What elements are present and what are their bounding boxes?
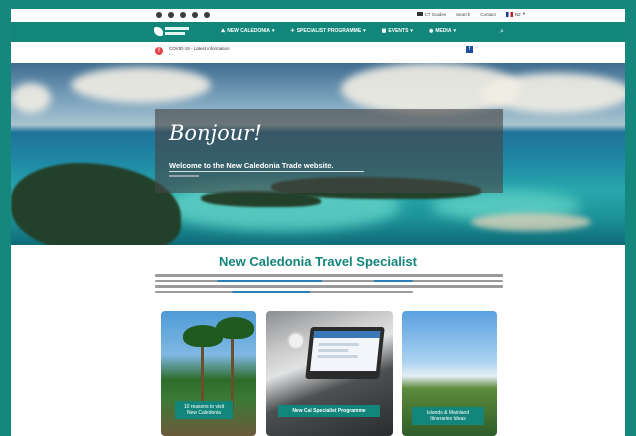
facebook-share-icon[interactable]: f — [466, 46, 473, 53]
logo-wordmark-sub — [165, 32, 185, 35]
hero-cloud — [71, 67, 211, 103]
utility-link-contact[interactable]: Contact — [480, 12, 496, 17]
hero-island — [201, 191, 321, 207]
hero-underline — [169, 171, 364, 172]
youtube-icon[interactable] — [204, 12, 210, 18]
facebook-icon[interactable] — [192, 12, 198, 18]
card-caption: 10 reasons to visit New Caledonia — [175, 401, 233, 419]
intro-paragraph — [155, 274, 503, 296]
page-title: New Caledonia Travel Specialist — [219, 254, 417, 269]
chevron-down-icon: ▾ — [453, 28, 456, 34]
language-selector[interactable]: NZ ▾ — [505, 11, 525, 17]
calendar-icon: ▦ — [381, 28, 387, 34]
chevron-down-icon: ▾ — [363, 28, 366, 34]
nav-item-media[interactable]: ◉ MEDIA ▾ — [429, 28, 456, 34]
instagram-icon[interactable] — [168, 12, 174, 18]
utility-link-guides[interactable]: CT Guides — [416, 12, 446, 17]
card-itineraries[interactable]: Islands & Mainland Itineraries Ideas — [402, 311, 497, 436]
hero-cloud — [481, 73, 625, 113]
laptop-screen-row — [317, 355, 358, 358]
book-icon — [416, 12, 423, 17]
card-caption: New Cal Specialist Programme — [278, 405, 380, 417]
hero-banner: Bonjour! Welcome to the New Caledonia Tr… — [11, 63, 625, 245]
nav-item-specialist-programme[interactable]: ✈ SPECIALIST PROGRAMME ▾ — [291, 28, 366, 34]
palm-trunk — [231, 331, 234, 411]
laptop-screen-header — [313, 331, 381, 338]
card-caption: Islands & Mainland Itineraries Ideas — [412, 407, 484, 425]
main-navigation: ⛰ NEW CALEDONIA ▾ ✈ SPECIALIST PROGRAMME… — [11, 22, 625, 42]
chevron-down-icon: ▾ — [522, 11, 525, 16]
share-label: ··· — [475, 46, 479, 50]
flag-icon — [505, 11, 513, 17]
chevron-down-icon: ▾ — [410, 28, 413, 34]
logo-mark — [154, 27, 163, 36]
utility-links: CT Guides Search Contact NZ ▾ — [416, 11, 525, 17]
social-links — [156, 12, 210, 18]
nav-item-new-caledonia[interactable]: ⛰ NEW CALEDONIA ▾ — [221, 28, 275, 34]
paragraph-line — [155, 285, 503, 288]
paragraph-line — [155, 279, 503, 282]
notice-title[interactable]: COVID-19 - Latest information — [169, 46, 230, 51]
notice-detail: — — [169, 52, 173, 56]
chevron-down-icon: ▾ — [271, 28, 275, 34]
laptop-screen-row — [318, 343, 360, 346]
paragraph-line — [155, 290, 413, 293]
palm-trunk — [201, 339, 204, 409]
notice-bar: ! COVID-19 - Latest information — f ··· — [11, 42, 625, 64]
plane-icon: ✈ — [290, 28, 295, 34]
laptop-screen-row — [318, 349, 349, 352]
hero-cloud — [11, 83, 51, 113]
card-10-reasons[interactable]: 10 reasons to visit New Caledonia — [161, 311, 256, 436]
utility-bar: CT Guides Search Contact NZ ▾ — [11, 9, 625, 23]
hero-sandbar — [471, 213, 591, 231]
nav-item-events[interactable]: ▦ EVENTS ▾ — [382, 28, 413, 34]
paragraph-line — [155, 274, 503, 277]
coffee-mug — [287, 332, 305, 350]
site-logo[interactable] — [154, 25, 190, 39]
utility-link-search[interactable]: Search — [456, 12, 470, 17]
camera-icon: ◉ — [428, 28, 434, 34]
logo-wordmark — [165, 27, 189, 30]
nav-menu: ⛰ NEW CALEDONIA ▾ ✈ SPECIALIST PROGRAMME… — [221, 28, 456, 34]
hero-caption — [169, 175, 199, 177]
search-icon[interactable]: ⌕ — [497, 27, 507, 37]
palm-canopy — [216, 317, 254, 339]
hero-subtitle: Welcome to the New Caledonia Trade websi… — [169, 161, 334, 170]
island-icon: ⛰ — [221, 28, 226, 34]
hero-title: Bonjour! — [169, 121, 262, 145]
twitter-icon[interactable] — [156, 12, 162, 18]
alert-icon: ! — [155, 47, 163, 55]
browser-page: CT Guides Search Contact NZ ▾ ⛰ NEW CALE… — [11, 9, 625, 436]
laptop-image — [305, 327, 385, 379]
vimeo-icon[interactable] — [180, 12, 186, 18]
